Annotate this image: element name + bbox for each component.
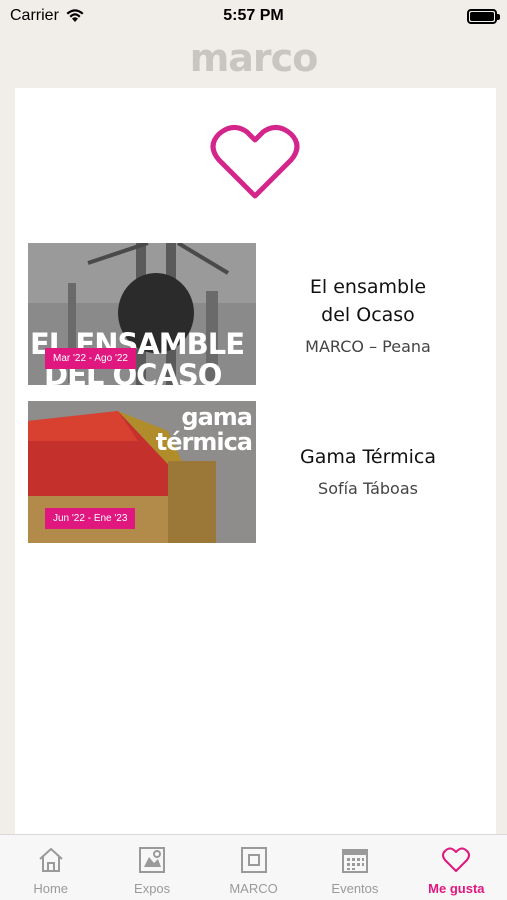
app-logo: marco [0, 36, 507, 80]
expos-icon [139, 847, 166, 873]
home-icon [39, 847, 63, 872]
calendar-icon [341, 849, 368, 873]
tab-expos[interactable]: Expos [101, 835, 202, 900]
item-info: Gama Térmica Sofía Táboas [268, 443, 468, 498]
date-badge: Mar '22 - Ago '22 [45, 348, 136, 369]
tab-marco[interactable]: MARCO [203, 835, 304, 900]
tab-label: MARCO [229, 881, 278, 896]
list-item[interactable]: EL ENSAMBLE DEL OCASO Mar '22 - Ago '22 … [28, 243, 468, 385]
status-bar: Carrier 5:57 PM [0, 0, 507, 32]
tab-label: Expos [134, 881, 171, 896]
marco-icon [240, 847, 267, 873]
tab-label: Me gusta [428, 881, 485, 896]
item-subtitle: MARCO – Peana [305, 337, 431, 356]
tab-bar: Home Expos MARCO Eventos Me gusta [0, 834, 507, 900]
item-title: Gama Térmica [300, 446, 436, 468]
tab-me-gusta[interactable]: Me gusta [406, 835, 507, 900]
tab-eventos[interactable]: Eventos [304, 835, 405, 900]
list-item[interactable]: gama térmica Jun '22 - Ene '23 Gama Térm… [28, 401, 468, 543]
thumbnail-title-line1: gama [181, 403, 253, 431]
tab-label: Home [33, 881, 69, 896]
heart-icon [442, 847, 471, 872]
date-badge: Jun '22 - Ene '23 [45, 508, 136, 529]
carrier-label: Carrier [10, 7, 59, 24]
battery-icon [467, 8, 500, 24]
exhibition-thumbnail[interactable]: EL ENSAMBLE DEL OCASO Mar '22 - Ago '22 [28, 243, 256, 385]
item-info: El ensamble del Ocaso MARCO – Peana [268, 273, 468, 356]
logo-text: marco [189, 36, 319, 80]
heart-icon [210, 125, 300, 199]
exhibition-thumbnail[interactable]: gama térmica Jun '22 - Ene '23 [28, 401, 256, 543]
item-title: del Ocaso [321, 304, 415, 326]
status-left: Carrier [10, 7, 85, 25]
item-subtitle: Sofía Táboas [318, 479, 418, 498]
thumbnail-title: gama térmica [155, 403, 253, 456]
tab-label: Eventos [331, 881, 379, 896]
thumbnail-title-line2: térmica [155, 428, 253, 456]
tab-home[interactable]: Home [0, 835, 101, 900]
item-title: El ensamble [309, 276, 427, 298]
wifi-icon [66, 9, 84, 22]
